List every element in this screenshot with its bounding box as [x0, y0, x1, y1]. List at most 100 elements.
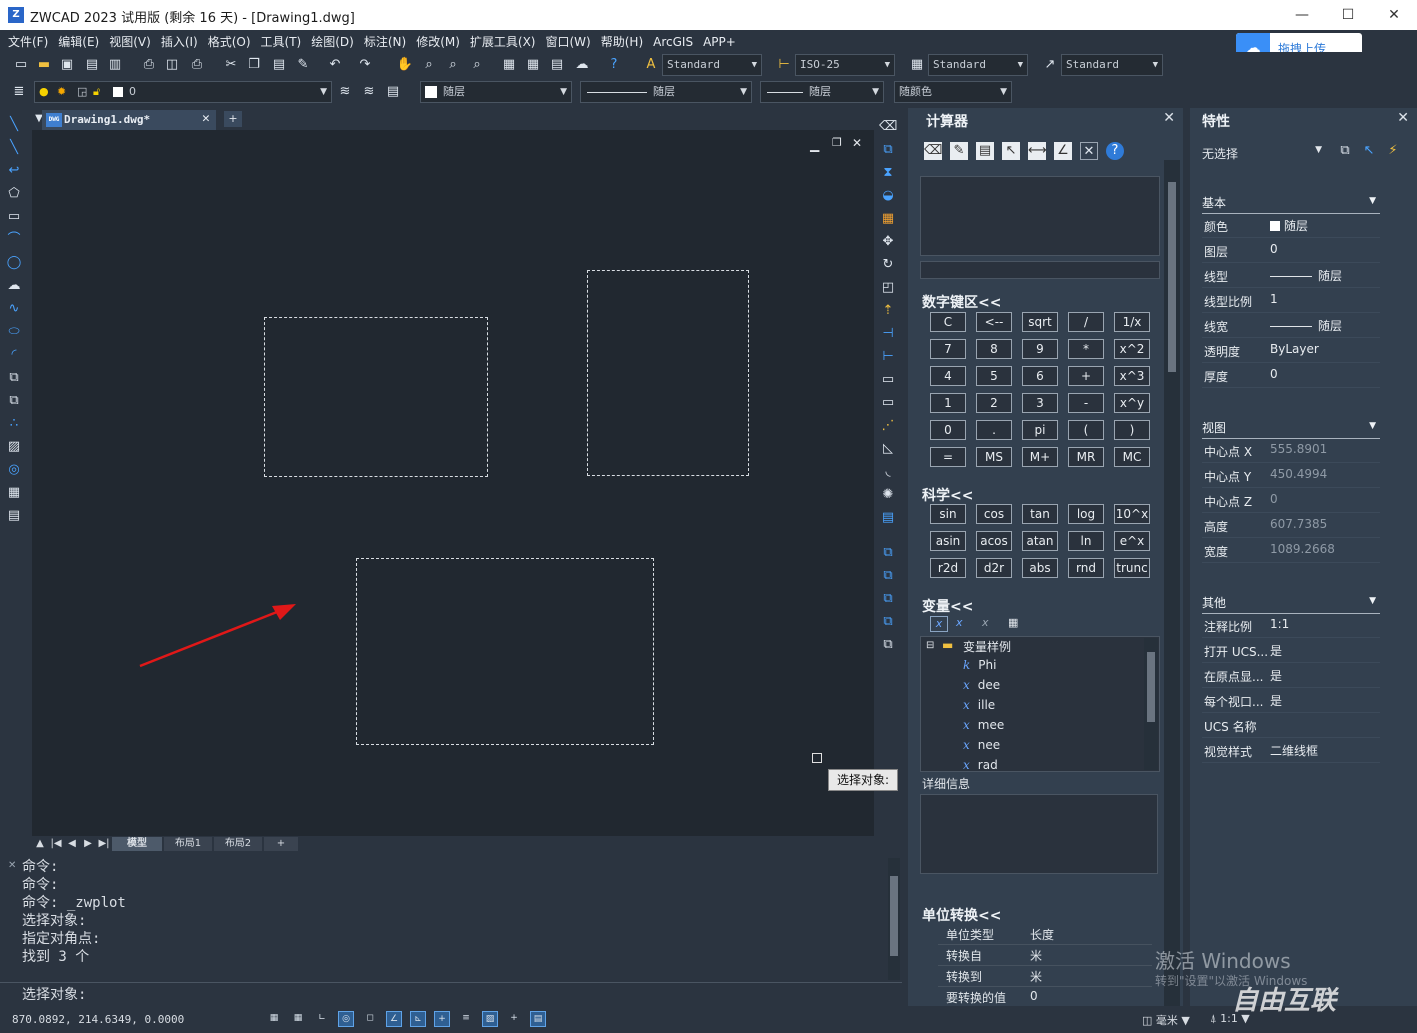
properties-icon[interactable]: ▦	[500, 56, 518, 74]
property-row[interactable]: 注释比例 1:1	[1202, 614, 1380, 638]
numpad-key[interactable]: <--	[976, 312, 1012, 332]
property-row[interactable]: 中心点 Z 0	[1202, 489, 1380, 513]
numpad-key[interactable]: x^3	[1114, 366, 1150, 386]
menu-help[interactable]: 帮助(H)	[596, 30, 648, 53]
save-icon[interactable]: ▣	[58, 56, 76, 74]
scientific-key[interactable]: atan	[1022, 531, 1058, 551]
dim-style-select[interactable]: ISO-25 ▼	[795, 54, 895, 76]
variable-item[interactable]: x rad	[963, 758, 998, 772]
menu-file[interactable]: 文件(F)	[3, 30, 53, 53]
menu-window[interactable]: 窗口(W)	[541, 30, 596, 53]
scientific-section-title[interactable]: 科学<<	[922, 485, 973, 505]
osnap-icon[interactable]: ◻	[362, 1011, 378, 1027]
numpad-key[interactable]: 4	[930, 366, 966, 386]
text-style-select[interactable]: Standard ▼	[662, 54, 762, 76]
unit-value[interactable]: 0	[1030, 989, 1038, 1003]
variable-item[interactable]: x dee	[963, 678, 1000, 692]
tab-layout1[interactable]: 布局1	[164, 837, 212, 851]
selected-rectangle[interactable]	[356, 558, 654, 745]
table-style-select[interactable]: Standard ▼	[928, 54, 1028, 76]
numpad-key[interactable]: 9	[1022, 339, 1058, 359]
property-row[interactable]: 厚度 0	[1202, 364, 1380, 388]
line-icon[interactable]: ╲	[5, 116, 23, 134]
draw-order-front-icon[interactable]: ⧉	[879, 544, 897, 562]
property-row[interactable]: 视觉样式 二维线框	[1202, 739, 1380, 763]
input-box[interactable]	[920, 261, 1160, 279]
unit-value[interactable]: 米	[1030, 968, 1042, 985]
variable-item[interactable]: x nee	[963, 738, 1000, 752]
clear-icon[interactable]: ⌫	[924, 142, 942, 160]
property-row[interactable]: 宽度 1089.2668	[1202, 539, 1380, 563]
text-to-front-icon[interactable]: ⧉	[879, 636, 897, 654]
numpad-key[interactable]: *	[1068, 339, 1104, 359]
break-icon[interactable]: ▭	[879, 394, 897, 412]
minimize-button[interactable]: —	[1279, 0, 1325, 30]
numpad-key[interactable]: -	[1068, 393, 1104, 413]
grid-display-icon[interactable]: ▦	[266, 1011, 282, 1027]
plotstyle-select[interactable]: 随颜色 ▼	[894, 81, 1012, 103]
scientific-key[interactable]: 10^x	[1114, 504, 1150, 524]
variable-item[interactable]: k Phi	[963, 658, 996, 672]
numpad-key[interactable]: MS	[976, 447, 1012, 467]
layer-manager-icon[interactable]: ≣	[10, 83, 28, 101]
numpad-key[interactable]: M+	[1022, 447, 1058, 467]
properties-close-icon[interactable]: ✕	[1397, 110, 1409, 126]
save-all-icon[interactable]: ▥	[106, 56, 124, 74]
rotate-icon[interactable]: ↻	[879, 256, 897, 274]
menu-insert[interactable]: 插入(I)	[156, 30, 203, 53]
numpad-key[interactable]: C	[930, 312, 966, 332]
array-icon[interactable]: ▦	[879, 210, 897, 228]
hatch-icon[interactable]: ▨	[5, 438, 23, 456]
numpad-key[interactable]: 1	[930, 393, 966, 413]
open-folder-icon[interactable]: ▬	[35, 56, 53, 74]
delete-variable-icon[interactable]: x	[982, 616, 989, 629]
cut-icon[interactable]: ✂	[222, 56, 240, 74]
property-row[interactable]: 中心点 X 555.8901	[1202, 439, 1380, 463]
numpad-key[interactable]: 2	[976, 393, 1012, 413]
design-center-icon[interactable]: ▦	[524, 56, 542, 74]
numpad-key[interactable]: MC	[1114, 447, 1150, 467]
calculator-close-icon[interactable]: ✕	[1163, 110, 1175, 126]
ortho-icon[interactable]: ∟	[314, 1011, 330, 1027]
mtext-icon[interactable]: ▤	[5, 507, 23, 525]
quick-properties-icon[interactable]: ▤	[530, 1011, 546, 1027]
scientific-key[interactable]: trunc	[1114, 558, 1150, 578]
ellipse-icon[interactable]: ⬭	[5, 323, 23, 341]
fillet-icon[interactable]: ◟	[879, 463, 897, 481]
selected-rectangle[interactable]	[587, 270, 749, 476]
property-row[interactable]: 透明度 ByLayer	[1202, 339, 1380, 363]
ellipse-arc-icon[interactable]: ◜	[5, 346, 23, 364]
print-icon[interactable]: ⎙	[140, 56, 158, 74]
circle-icon[interactable]: ◯	[5, 254, 23, 272]
viewport-minimize-icon[interactable]: ▁	[810, 138, 819, 152]
mleader-style-select[interactable]: Standard ▼	[1061, 54, 1163, 76]
group-misc[interactable]: 其他 ▼	[1202, 594, 1380, 614]
calculator-scrollbar[interactable]	[1164, 160, 1180, 1006]
numpad-key[interactable]: .	[976, 420, 1012, 440]
zoom-window-icon[interactable]: ⌕	[444, 56, 462, 74]
clear-history-icon[interactable]: ✎	[950, 142, 968, 160]
numpad-key[interactable]: MR	[1068, 447, 1104, 467]
paste-icon[interactable]: ▤	[270, 56, 288, 74]
lineweight-select[interactable]: 随层 ▼	[760, 81, 884, 103]
numpad-key[interactable]: sqrt	[1022, 312, 1058, 332]
draw-order-back-icon[interactable]: ⧉	[879, 567, 897, 585]
menu-dimension[interactable]: 标注(N)	[359, 30, 411, 53]
new-file-icon[interactable]: ▭	[12, 56, 30, 74]
redo-icon[interactable]: ↷	[356, 56, 374, 74]
unit-value[interactable]: 米	[1030, 947, 1042, 964]
snap-grid-icon[interactable]: ▦	[290, 1011, 306, 1027]
zoom-previous-icon[interactable]: ⌕	[468, 56, 486, 74]
region-icon[interactable]: ◎	[5, 461, 23, 479]
variable-item[interactable]: x ille	[963, 698, 995, 712]
lineweight-display-icon[interactable]: ≡	[458, 1011, 474, 1027]
first-layout-icon[interactable]: |◀	[50, 837, 62, 851]
intersection-icon[interactable]: ✕	[1080, 142, 1098, 160]
layer-previous-icon[interactable]: ≋	[336, 83, 354, 101]
make-block-icon[interactable]: ⧉	[5, 392, 23, 410]
tool-palette-icon[interactable]: ▤	[548, 56, 566, 74]
layer-select[interactable]: ● ✹ ◲ 🔓︎ 0 ▼	[34, 81, 332, 103]
command-close-icon[interactable]: ✕	[8, 860, 16, 871]
scientific-key[interactable]: e^x	[1114, 531, 1150, 551]
scale-icon[interactable]: ◰	[879, 279, 897, 297]
